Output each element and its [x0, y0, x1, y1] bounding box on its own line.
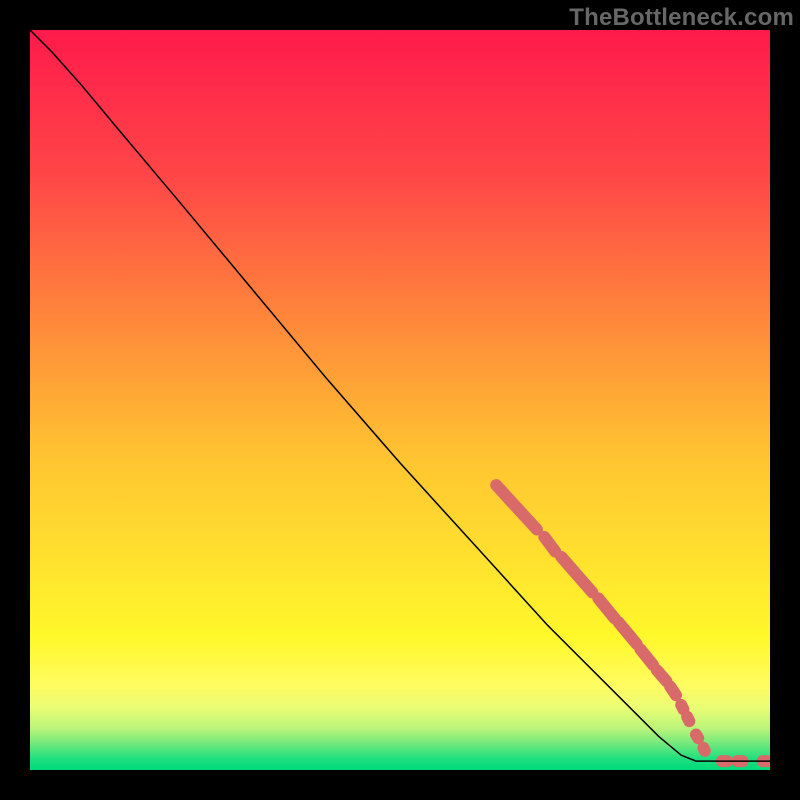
marker-segment	[696, 734, 698, 738]
gradient-background	[30, 30, 770, 770]
marker-segment	[657, 670, 667, 681]
marker-segment	[703, 748, 704, 751]
watermark-text: TheBottleneck.com	[569, 4, 794, 32]
chart-svg	[30, 30, 770, 770]
marker-segment	[681, 705, 683, 709]
marker-segment	[687, 717, 689, 721]
marker-segment	[670, 686, 676, 695]
plot-area	[30, 30, 770, 770]
chart-stage: TheBottleneck.com	[0, 0, 800, 800]
